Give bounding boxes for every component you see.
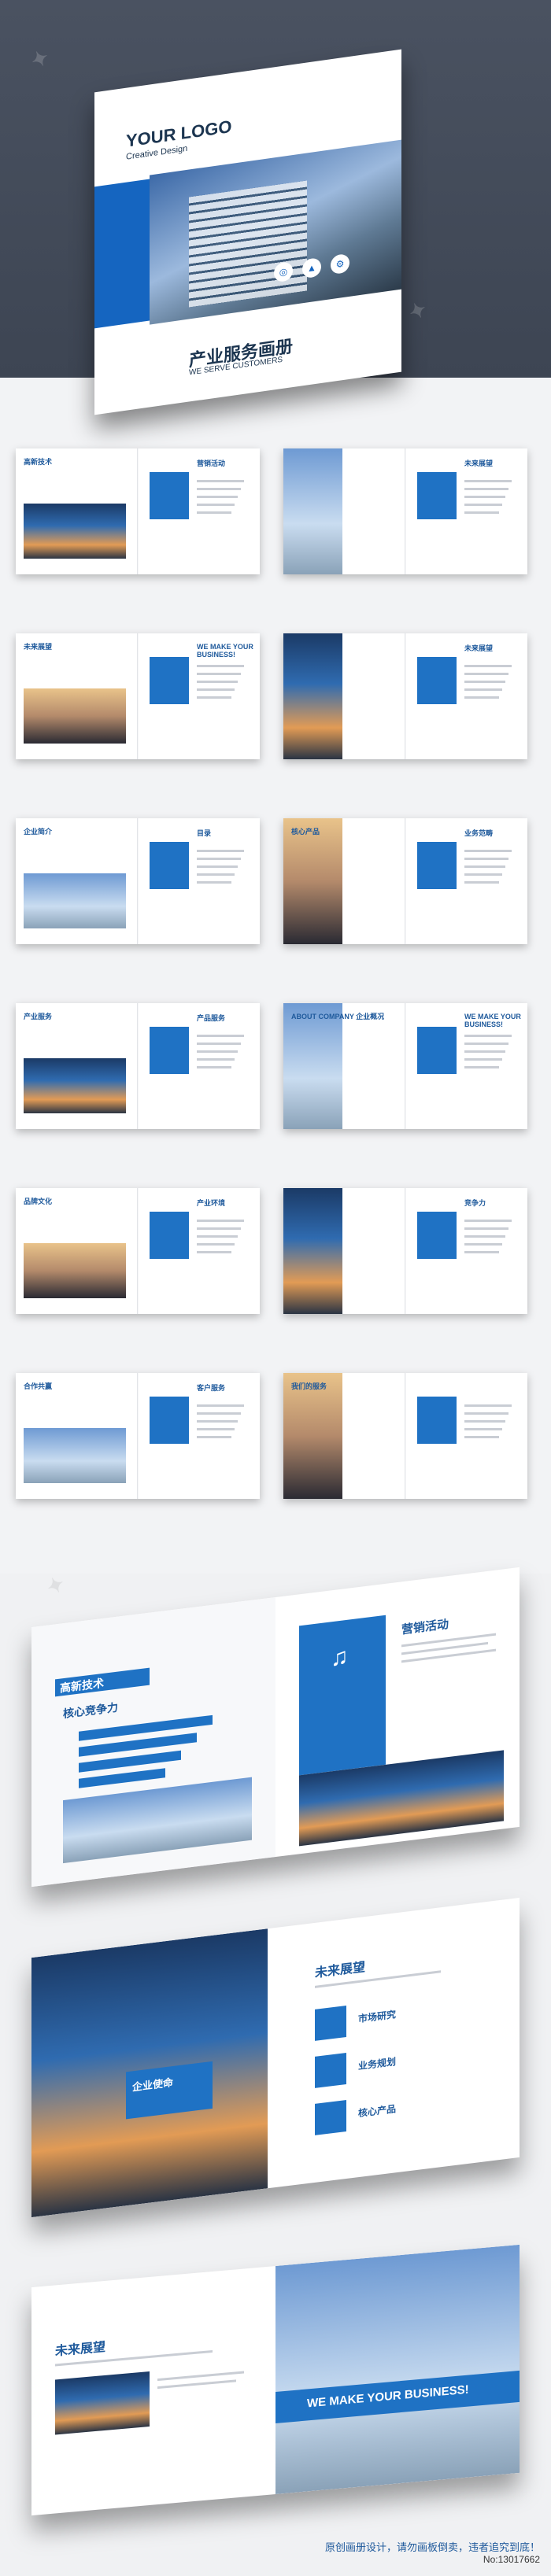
spread-left-title: 产业服务 [24,1013,53,1020]
spread-thumbnail: 未来展望 WE MAKE YOUR BUSINESS! [16,633,260,759]
spread-right-title: 营销活动 [197,459,226,467]
spread-left-title: 品牌文化 [24,1198,53,1205]
mockup2-item-3: 核心产品 [358,2103,397,2120]
spread-right-title: 未来展望 [464,459,494,467]
mockup3-left-title: 未来展望 [55,2340,106,2359]
spread-left-title: 合作共赢 [24,1382,53,1390]
mockup2-item-1: 市场研究 [358,2009,397,2025]
bell-icon: ♫ [331,1643,349,1672]
spread-right-title: 产业环境 [197,1199,226,1207]
chart-icon: ▲ [302,256,321,279]
spread-thumbnail: 核心产品 业务范畴 [283,818,527,944]
spread-left-title: ABOUT COMPANY 企业概况 [291,1013,385,1020]
image-number: No:13017662 [483,2554,540,2565]
footer: 原创画册设计，请勿画板倒卖，违者追究到底！ No:13017662 [325,2539,540,2565]
spread-right-title: 业务范畴 [464,829,494,837]
spread-right-title: 客户服务 [197,1384,226,1392]
spread-right-title: 竞争力 [464,1199,486,1207]
spread-left-title: 核心产品 [291,828,320,836]
spread-left-title: 未来展望 [24,643,53,651]
gear-icon: ⚙ [331,253,349,275]
mockup1-right-title: 营销活动 [401,1617,449,1637]
spread-thumbnail: ABOUT COMPANY 企业概况 WE MAKE YOUR BUSINESS! [283,1003,527,1129]
spread-left-title: 企业简介 [24,828,53,836]
spread-right-title: 产品服务 [197,1014,226,1022]
cover-building-image [189,180,307,308]
spread-right-title: 未来展望 [464,644,494,652]
spread-thumbnail: 我们的服务 [283,1373,527,1499]
spread-right-title: 目录 [197,829,212,837]
spread-thumbnail: 未来展望 [283,633,527,759]
spread-thumbnail: 竞争力 [283,1188,527,1314]
brochure-cover: YOUR LOGO Creative Design ◎ ▲ ⚙ 产业服务画册 W… [94,49,401,415]
target-icon: ◎ [274,260,293,283]
spread-thumbnail: 企业简介 目录 [16,818,260,944]
mockup-spread-3: 未来展望 WE MAKE YOUR BUSINESS! [31,2244,520,2516]
spread-thumbnail: 产业服务 产品服务 [16,1003,260,1129]
mockup2-right-title: 未来展望 [315,1961,366,1980]
copyright-note: 原创画册设计，请勿画板倒卖，违者追究到底！ [324,2541,540,2553]
spread-thumbnail: 合作共赢 客户服务 [16,1373,260,1499]
spread-right-title: WE MAKE YOUR BUSINESS! [464,1013,521,1028]
spread-thumbnail: 高新技术 营销活动 [16,448,260,574]
spread-thumbnail: 未来展望 [283,448,527,574]
spread-thumbnail: 品牌文化 产业环境 [16,1188,260,1314]
spread-left-title: 我们的服务 [291,1382,327,1390]
spread-left-title: 高新技术 [24,458,53,466]
spread-right-title: WE MAKE YOUR BUSINESS! [197,643,253,659]
mockup2-item-2: 业务规划 [358,2056,397,2072]
